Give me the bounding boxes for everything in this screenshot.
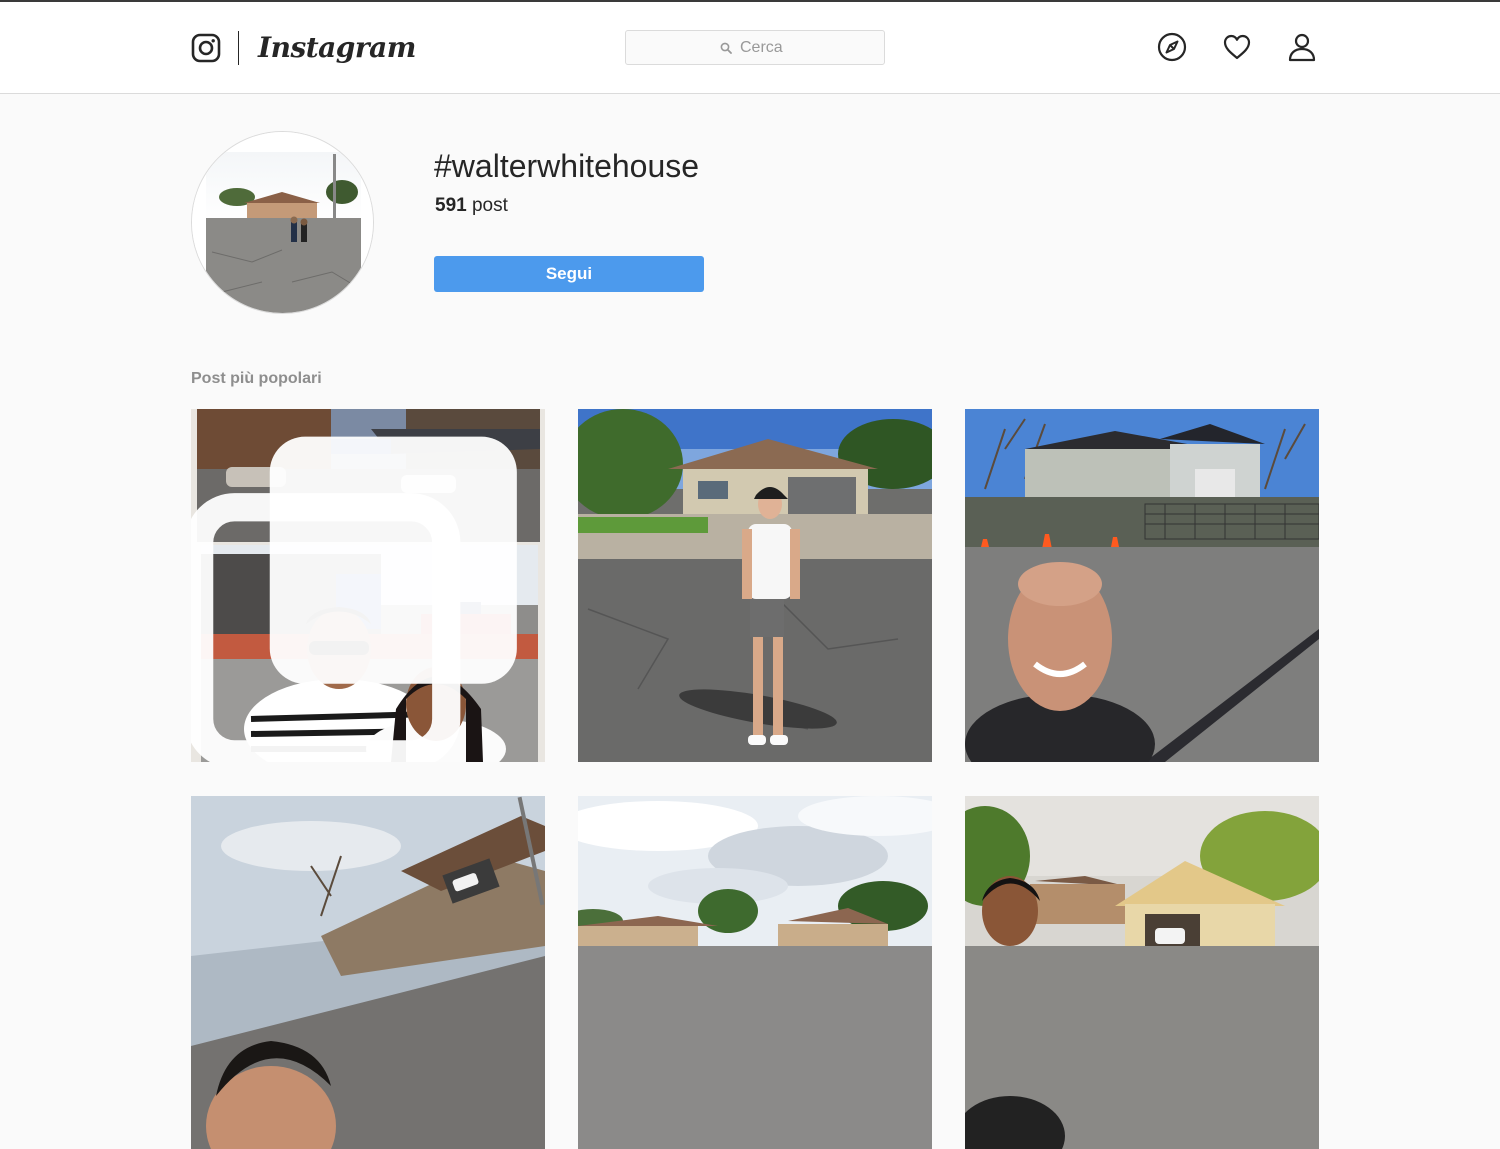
post-thumbnail[interactable]: [191, 409, 545, 762]
follow-button[interactable]: Segui: [434, 256, 704, 292]
top-navigation-bar: Instagram: [0, 2, 1500, 94]
search-box[interactable]: [625, 30, 885, 65]
post-count: 591 post: [435, 194, 508, 218]
top-posts-heading: Post più popolari: [191, 370, 322, 387]
nav-icons: [1157, 32, 1317, 62]
logo-divider: [238, 31, 239, 65]
post-photo-man-selfie-house: [965, 409, 1319, 762]
instagram-logo[interactable]: Instagram: [191, 30, 416, 66]
compass-icon[interactable]: [1157, 32, 1187, 62]
post-photo-man-selfie-garage: [965, 796, 1319, 1149]
instagram-wordmark: Instagram: [258, 31, 416, 64]
post-count-label: post: [471, 195, 508, 216]
carousel-icon: [191, 436, 517, 762]
hashtag-title: #walterwhitehouse: [434, 148, 700, 184]
profile-icon[interactable]: [1287, 32, 1317, 62]
heart-icon[interactable]: [1222, 32, 1252, 62]
post-thumbnail[interactable]: [578, 796, 932, 1149]
post-thumbnail[interactable]: [191, 796, 545, 1149]
post-photo-cloudy-house: [578, 796, 932, 1149]
post-thumbnail[interactable]: [578, 409, 932, 762]
post-photo-woman-street: [578, 409, 932, 762]
post-thumbnail[interactable]: [965, 796, 1319, 1149]
search-input[interactable]: [740, 38, 790, 57]
post-photo-man-selfie-tilted: [191, 796, 545, 1149]
instagram-camera-icon: [191, 33, 221, 63]
search-icon: [720, 42, 732, 54]
top-posts-grid: [191, 409, 1319, 1149]
hashtag-profile-image: [191, 131, 374, 314]
profile-photo-street: [192, 132, 373, 313]
post-count-number: 591: [435, 195, 467, 216]
post-thumbnail[interactable]: [965, 409, 1319, 762]
